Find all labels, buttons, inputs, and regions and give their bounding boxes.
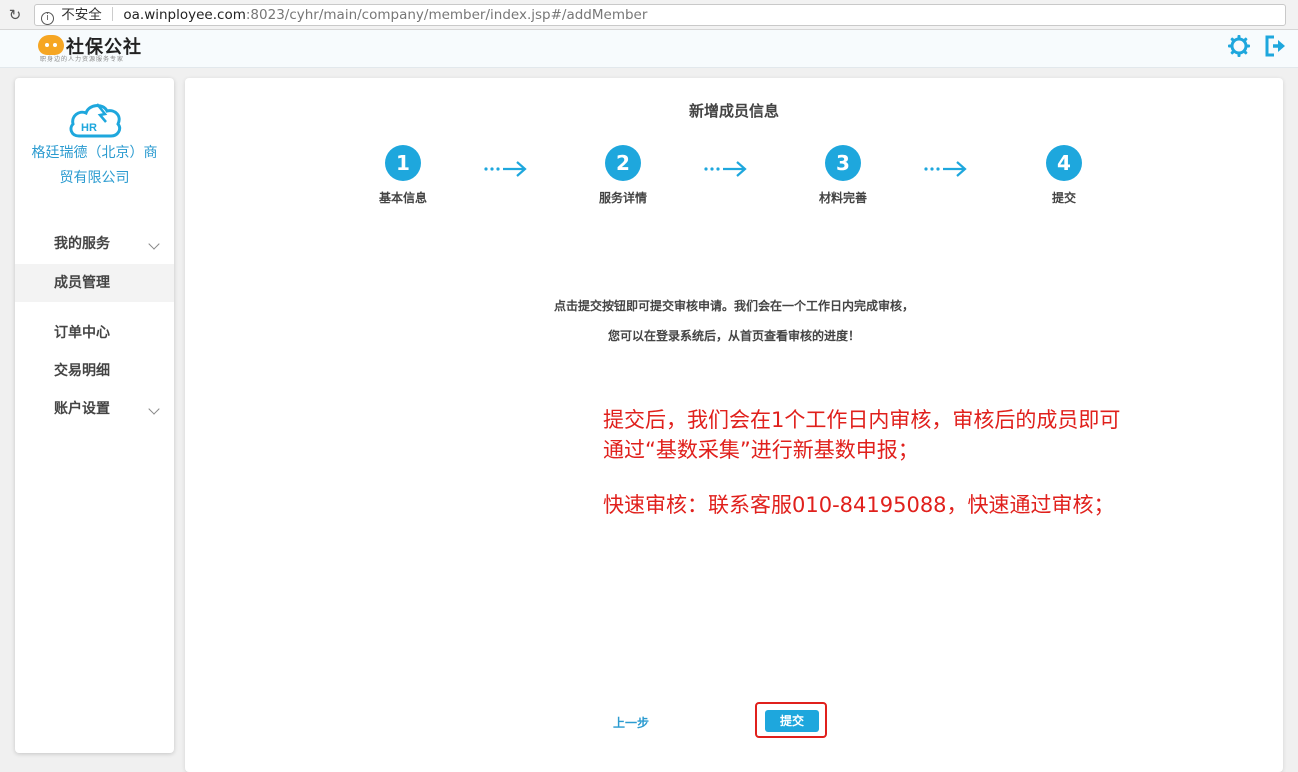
step-number: 3: [825, 145, 861, 181]
svg-text:HR: HR: [81, 122, 97, 134]
step-number: 4: [1046, 145, 1082, 181]
sidebar-item-label: 交易明细: [54, 363, 110, 379]
chevron-down-icon: [148, 403, 160, 415]
sidebar-item-my-services[interactable]: 我的服务: [15, 225, 174, 263]
step-label: 提交: [1051, 191, 1076, 205]
dotted-arrow-icon: [924, 161, 967, 177]
step-1: 1 基本信息: [363, 145, 443, 206]
info-icon[interactable]: i: [41, 12, 54, 25]
step-label: 基本信息: [378, 191, 427, 205]
url-path: :8023/cyhr/main/company/member/index.jsp…: [245, 7, 648, 23]
browser-address-bar: ↻ i 不安全 oa.winployee.com:8023/cyhr/main/…: [0, 0, 1298, 30]
logo-subtitle: 职身边的人力资源服务专家: [40, 56, 125, 63]
step-2: 2 服务详情: [583, 145, 663, 206]
insecure-label: 不安全: [61, 7, 102, 23]
dotted-arrow-icon: [704, 161, 747, 177]
logo-mascot-icon: [38, 35, 64, 55]
annotation-line1: 提交后，我们会在1个工作日内审核，审核后的成员即可: [603, 408, 1121, 432]
page-title: 新增成员信息: [688, 102, 779, 120]
app-header: 社保公社 职身边的人力资源服务专家: [0, 30, 1298, 68]
reload-icon[interactable]: ↻: [6, 6, 24, 24]
company-name: 格廷瑞德（北京）商贸有限公司: [31, 145, 158, 186]
logout-icon[interactable]: [1264, 34, 1288, 58]
sidebar-item-label: 订单中心: [54, 325, 110, 341]
gear-icon[interactable]: [1227, 34, 1251, 58]
step-3: 3 材料完善: [803, 145, 883, 206]
prev-step-link[interactable]: 上一步: [613, 714, 649, 731]
dotted-arrow-icon: [484, 161, 527, 177]
url-field[interactable]: i 不安全 oa.winployee.com:8023/cyhr/main/co…: [34, 4, 1286, 26]
sidebar-item-label: 账户设置: [54, 401, 110, 417]
sidebar-item-member-management[interactable]: 成员管理: [15, 264, 174, 302]
step-4: 4 提交: [1024, 145, 1104, 206]
sidebar: HR 格廷瑞德（北京）商贸有限公司 我的服务 成员管理 订单中心 交易明细 账户…: [15, 78, 174, 753]
annotation-line2: 通过“基数采集”进行新基数申报；: [603, 438, 919, 462]
url-divider: [112, 7, 114, 21]
chevron-down-icon: [148, 238, 160, 250]
sidebar-item-label: 我的服务: [54, 236, 110, 252]
sidebar-item-transactions[interactable]: 交易明细: [15, 352, 174, 390]
step-number: 1: [385, 145, 421, 181]
submit-button[interactable]: 提交: [765, 710, 819, 732]
sidebar-item-order-center[interactable]: 订单中心: [15, 314, 174, 352]
hr-cloud-icon: HR: [69, 103, 122, 138]
submit-instruction-line2: 您可以在登录系统后，从首页查看审核的进度！: [607, 329, 860, 343]
step-label: 材料完善: [818, 191, 867, 205]
url-host: oa.winployee.com: [123, 7, 246, 23]
submit-instruction-line1: 点击提交按钮即可提交审核申请。我们会在一个工作日内完成审核，: [553, 299, 914, 313]
step-number: 2: [605, 145, 641, 181]
sidebar-item-account-settings[interactable]: 账户设置: [15, 390, 174, 428]
sidebar-item-label: 成员管理: [54, 275, 110, 291]
main-panel: 新增成员信息 1 基本信息 2 服务详情 3 材料完善 4 提交 点击提交按钮即…: [185, 78, 1283, 772]
step-label: 服务详情: [598, 191, 647, 205]
annotation-line3: 快速审核：联系客服010-84195088，快速通过审核；: [603, 493, 1115, 517]
